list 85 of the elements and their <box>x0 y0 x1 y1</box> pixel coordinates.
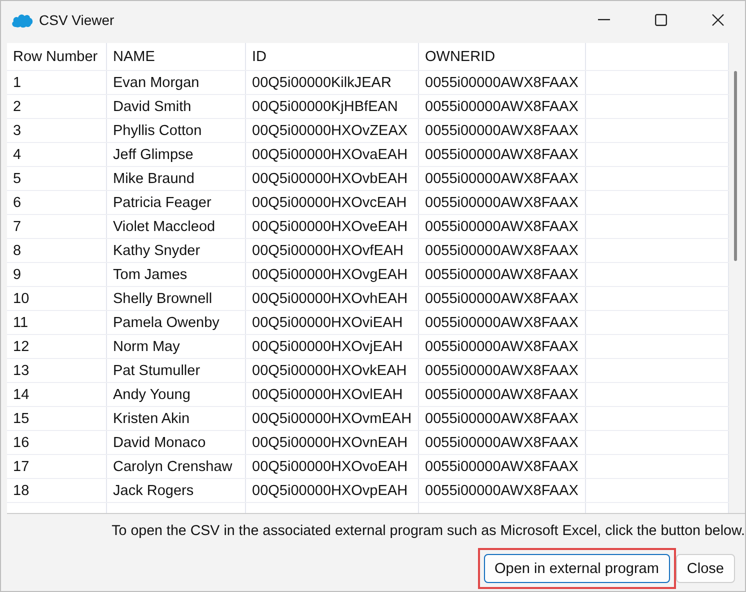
table-cell: Shelly Brownell <box>107 287 246 310</box>
table-cell: 3 <box>7 119 107 142</box>
table-cell: Andy Young <box>107 383 246 406</box>
table-cell: 10 <box>7 287 107 310</box>
table-cell: Norm May <box>107 335 246 358</box>
table-cell: 00Q5i00000KjHBfEAN <box>246 95 419 118</box>
table-cell: Patricia Feager <box>107 191 246 214</box>
table-cell: 16 <box>7 431 107 454</box>
table-cell: 00Q5i00000HXOviEAH <box>246 311 419 334</box>
table-cell: 9 <box>7 263 107 286</box>
table-cell: Pat Stumuller <box>107 359 246 382</box>
table-cell: 00Q5i00000HXOvbEAH <box>246 167 419 190</box>
table-cell: 00Q5i00000HXOveEAH <box>246 215 419 238</box>
table-cell: 00Q5i00000HXOvnEAH <box>246 431 419 454</box>
table-cell: 1 <box>7 71 107 94</box>
column-header[interactable]: NAME <box>107 43 246 70</box>
table-cell: 00Q5i00000KilkJEAR <box>246 71 419 94</box>
table-cell: 0055i00000AWX8FAAX <box>419 215 586 238</box>
open-external-button[interactable]: Open in external program <box>484 554 670 583</box>
table-cell: 17 <box>7 455 107 478</box>
column-header[interactable]: OWNERID <box>419 43 586 70</box>
table-cell: Evan Morgan <box>107 71 246 94</box>
table-cell: 00Q5i00000HXOvhEAH <box>246 287 419 310</box>
table-cell: 00Q5i00000HXOvcEAH <box>246 191 419 214</box>
table-cell: 6 <box>7 191 107 214</box>
table-cell: 00Q5i00000HXOvZEAX <box>246 119 419 142</box>
table-cell: 0055i00000AWX8FAAX <box>419 167 586 190</box>
table-cell: David Monaco <box>107 431 246 454</box>
table-cell: 0055i00000AWX8FAAX <box>419 479 586 502</box>
table-cell: 0055i00000AWX8FAAX <box>419 455 586 478</box>
table-cell: 18 <box>7 479 107 502</box>
column-header[interactable]: ID <box>246 43 419 70</box>
table-cell: 0055i00000AWX8FAAX <box>419 143 586 166</box>
table-cell: 00Q5i00000HXOvaEAH <box>246 143 419 166</box>
table-cell: 00Q5i00000HXOvfEAH <box>246 239 419 262</box>
table-cell: 7 <box>7 215 107 238</box>
table-cell: 00Q5i00000HXOvlEAH <box>246 383 419 406</box>
table-cell: 14 <box>7 383 107 406</box>
scrollbar-thumb[interactable] <box>734 71 737 261</box>
table-cell: 00Q5i00000HXOvjEAH <box>246 335 419 358</box>
table-cell: 8 <box>7 239 107 262</box>
table-cell: 4 <box>7 143 107 166</box>
table-cell: 12 <box>7 335 107 358</box>
table-cell: 00Q5i00000HXOvkEAH <box>246 359 419 382</box>
table-cell: Pamela Owenby <box>107 311 246 334</box>
close-button[interactable]: Close <box>676 554 735 583</box>
table-cell: Jeff Glimpse <box>107 143 246 166</box>
table-cell: 00Q5i00000HXOvpEAH <box>246 479 419 502</box>
table-cell: Violet Maccleod <box>107 215 246 238</box>
table-cell: 0055i00000AWX8FAAX <box>419 359 586 382</box>
table-cell: 0055i00000AWX8FAAX <box>419 191 586 214</box>
table-cell: 0055i00000AWX8FAAX <box>419 71 586 94</box>
table-cell: Phyllis Cotton <box>107 119 246 142</box>
cloud-icon <box>11 12 33 28</box>
info-text: To open the CSV in the associated external program such as Microsoft Excel, click the button below. <box>112 523 745 539</box>
table-cell: 5 <box>7 167 107 190</box>
table-cell: Carolyn Crenshaw <box>107 455 246 478</box>
table-cell: Jack Rogers <box>107 479 246 502</box>
table-cell: Kristen Akin <box>107 407 246 430</box>
table-cell: 0055i00000AWX8FAAX <box>419 239 586 262</box>
minimize-icon[interactable] <box>598 19 610 21</box>
table-cell: 0055i00000AWX8FAAX <box>419 407 586 430</box>
table-cell: 00Q5i00000HXOvgEAH <box>246 263 419 286</box>
table-cell: 00Q5i00000HXOvoEAH <box>246 455 419 478</box>
table-cell: Tom James <box>107 263 246 286</box>
table-cell: 0055i00000AWX8FAAX <box>419 95 586 118</box>
table-cell: 15 <box>7 407 107 430</box>
maximize-icon[interactable] <box>655 14 667 26</box>
table-cell: 0055i00000AWX8FAAX <box>419 119 586 142</box>
window-title: CSV Viewer <box>39 12 114 28</box>
table-cell: 0055i00000AWX8FAAX <box>419 431 586 454</box>
table-cell: 0055i00000AWX8FAAX <box>419 383 586 406</box>
column-header[interactable]: Row Number <box>7 43 107 70</box>
table-cell: 0055i00000AWX8FAAX <box>419 287 586 310</box>
table-cell: Kathy Snyder <box>107 239 246 262</box>
table-cell: David Smith <box>107 95 246 118</box>
table-cell: 0055i00000AWX8FAAX <box>419 335 586 358</box>
table-cell: 00Q5i00000HXOvmEAH <box>246 407 419 430</box>
table-cell: Mike Braund <box>107 167 246 190</box>
table-cell: 0055i00000AWX8FAAX <box>419 311 586 334</box>
table-cell: 13 <box>7 359 107 382</box>
table-cell: 11 <box>7 311 107 334</box>
table-cell: 0055i00000AWX8FAAX <box>419 263 586 286</box>
close-icon[interactable] <box>712 14 724 26</box>
table-cell: 2 <box>7 95 107 118</box>
